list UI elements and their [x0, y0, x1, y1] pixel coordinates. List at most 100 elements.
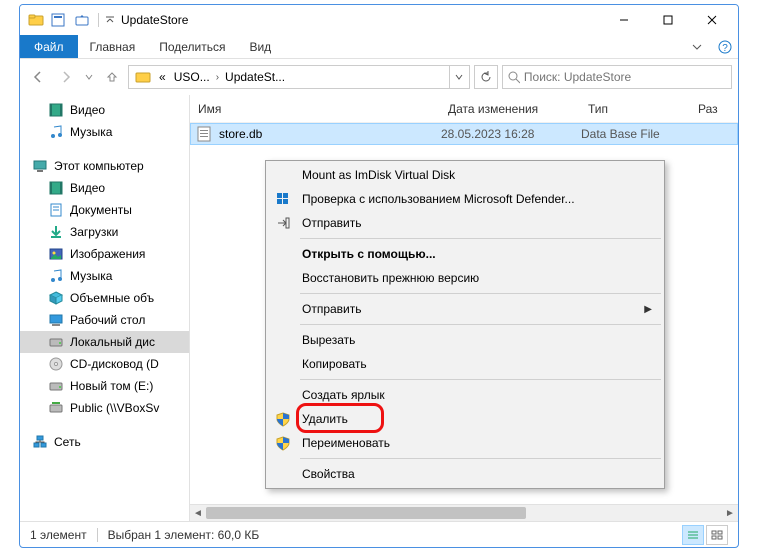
status-item-count: 1 элемент: [30, 528, 87, 542]
sidebar-item-label: Загрузки: [70, 225, 118, 239]
drive-icon: [48, 334, 64, 350]
sidebar-item-label: Видео: [70, 103, 105, 117]
sidebar-item-3[interactable]: Этот компьютер: [20, 155, 189, 177]
address-bar[interactable]: « USO... › UpdateSt...: [128, 65, 470, 89]
address-folder-icon: [135, 69, 151, 85]
sidebar-item-label: CD-дисковод (D: [70, 357, 159, 371]
sidebar-item-7[interactable]: Изображения: [20, 243, 189, 265]
pc-icon: [32, 158, 48, 174]
qat-new-folder-icon[interactable]: [72, 10, 92, 30]
status-selection: Выбран 1 элемент: 60,0 КБ: [108, 528, 260, 542]
sidebar-item-label: Сеть: [54, 435, 81, 449]
ribbon-tab-home[interactable]: Главная: [78, 35, 148, 58]
sidebar-item-label: Документы: [70, 203, 132, 217]
ribbon-file-tab[interactable]: Файл: [20, 35, 78, 58]
context-item-5[interactable]: Восстановить прежнюю версию: [268, 266, 662, 290]
context-item-label: Отправить: [302, 216, 362, 230]
status-bar: 1 элемент Выбран 1 элемент: 60,0 КБ: [20, 521, 738, 547]
file-icon: [197, 126, 213, 142]
file-date: 28.05.2023 16:28: [441, 127, 581, 141]
breadcrumb-prefix[interactable]: «: [155, 70, 170, 84]
context-item-label: Проверка с использованием Microsoft Defe…: [302, 192, 575, 206]
scroll-left-icon[interactable]: ◄: [190, 505, 206, 521]
drive-icon: [48, 378, 64, 394]
net-icon: [48, 400, 64, 416]
ribbon: Файл Главная Поделиться Вид ?: [20, 35, 738, 59]
ribbon-tab-share[interactable]: Поделиться: [147, 35, 237, 58]
context-item-label: Восстановить прежнюю версию: [302, 271, 479, 285]
column-name[interactable]: Имя: [190, 102, 440, 116]
context-item-16[interactable]: Свойства: [268, 462, 662, 486]
column-date[interactable]: Дата изменения: [440, 102, 580, 116]
context-item-13[interactable]: Удалить: [268, 407, 662, 431]
pic-icon: [48, 246, 64, 262]
share-icon: [274, 214, 292, 232]
context-item-label: Mount as ImDisk Virtual Disk: [302, 168, 455, 182]
context-item-14[interactable]: Переименовать: [268, 431, 662, 455]
nav-back-button[interactable]: [26, 65, 50, 89]
sidebar-item-4[interactable]: Видео: [20, 177, 189, 199]
nav-recent-dropdown[interactable]: [82, 65, 96, 89]
sidebar-item-0[interactable]: Видео: [20, 99, 189, 121]
search-input[interactable]: [524, 70, 727, 84]
sidebar-item-9[interactable]: Объемные объ: [20, 287, 189, 309]
context-item-label: Переименовать: [302, 436, 390, 450]
ribbon-expand-icon[interactable]: [682, 35, 712, 58]
context-item-10[interactable]: Копировать: [268, 352, 662, 376]
context-item-7[interactable]: Отправить▶: [268, 297, 662, 321]
sidebar-item-10[interactable]: Рабочий стол: [20, 309, 189, 331]
sidebar-item-label: Локальный дис: [70, 335, 155, 349]
svg-text:?: ?: [722, 43, 728, 54]
minimize-button[interactable]: [602, 5, 646, 35]
refresh-button[interactable]: [474, 65, 498, 89]
sidebar-item-16[interactable]: Сеть: [20, 431, 189, 453]
search-box[interactable]: [502, 65, 732, 89]
close-button[interactable]: [690, 5, 734, 35]
scroll-right-icon[interactable]: ►: [722, 505, 738, 521]
column-type[interactable]: Тип: [580, 102, 690, 116]
view-icons-button[interactable]: [706, 525, 728, 545]
context-item-label: Открыть с помощью...: [302, 247, 436, 261]
address-dropdown-icon[interactable]: [449, 66, 467, 88]
sidebar-item-8[interactable]: Музыка: [20, 265, 189, 287]
down-icon: [48, 224, 64, 240]
view-details-button[interactable]: [682, 525, 704, 545]
context-item-12[interactable]: Создать ярлык: [268, 383, 662, 407]
ribbon-tab-view[interactable]: Вид: [237, 35, 283, 58]
context-item-label: Отправить: [302, 302, 362, 316]
nav-up-button[interactable]: [100, 65, 124, 89]
context-item-1[interactable]: Проверка с использованием Microsoft Defe…: [268, 187, 662, 211]
sidebar-item-6[interactable]: Загрузки: [20, 221, 189, 243]
shield-uac-icon: [274, 410, 292, 428]
sidebar-item-label: Рабочий стол: [70, 313, 145, 327]
sidebar-item-1[interactable]: Музыка: [20, 121, 189, 143]
context-item-4[interactable]: Открыть с помощью...: [268, 242, 662, 266]
sidebar-item-12[interactable]: CD-дисковод (D: [20, 353, 189, 375]
sidebar-item-14[interactable]: Public (\\VBoxSv: [20, 397, 189, 419]
breadcrumb-1[interactable]: UpdateSt...: [221, 70, 289, 84]
context-item-2[interactable]: Отправить: [268, 211, 662, 235]
qat-dropdown-icon[interactable]: [105, 15, 115, 25]
film-icon: [48, 180, 64, 196]
maximize-button[interactable]: [646, 5, 690, 35]
music-icon: [48, 124, 64, 140]
sidebar-item-13[interactable]: Новый том (E:): [20, 375, 189, 397]
breadcrumb-0[interactable]: USO...: [170, 70, 214, 84]
qat-properties-icon[interactable]: [48, 10, 68, 30]
column-size[interactable]: Раз: [690, 102, 738, 116]
sidebar-item-5[interactable]: Документы: [20, 199, 189, 221]
context-item-0[interactable]: Mount as ImDisk Virtual Disk: [268, 163, 662, 187]
scroll-thumb[interactable]: [206, 507, 526, 519]
chevron-right-icon[interactable]: ›: [214, 72, 221, 83]
nav-forward-button[interactable]: [54, 65, 78, 89]
sidebar-item-11[interactable]: Локальный дис: [20, 331, 189, 353]
ribbon-help-icon[interactable]: ?: [712, 35, 738, 58]
desk-icon: [48, 312, 64, 328]
context-menu: Mount as ImDisk Virtual Disk Проверка с и…: [265, 160, 665, 489]
file-row[interactable]: store.db 28.05.2023 16:28 Data Base File: [190, 123, 738, 145]
horizontal-scrollbar[interactable]: ◄ ►: [190, 504, 738, 521]
navbar: « USO... › UpdateSt...: [20, 59, 738, 95]
nav-pane: ВидеоМузыкаЭтот компьютерВидеоДокументыЗ…: [20, 95, 190, 521]
context-item-9[interactable]: Вырезать: [268, 328, 662, 352]
column-headers: Имя Дата изменения Тип Раз: [190, 95, 738, 123]
